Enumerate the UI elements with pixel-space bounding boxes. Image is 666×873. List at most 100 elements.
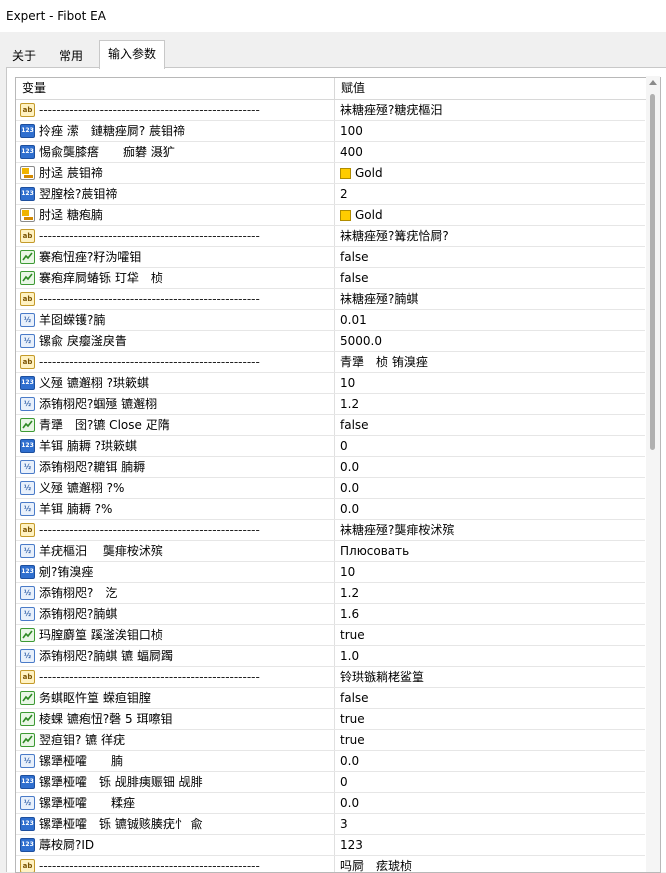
parameter-name-cell[interactable]: 123 义殛 镳邂栩 ?珙簌蜞	[16, 373, 335, 393]
table-row[interactable]: ab --------------------------------------…	[16, 856, 645, 872]
parameter-name-cell[interactable]: 123 翌膣桧?莀钼禘	[16, 184, 335, 204]
parameter-name-cell[interactable]: 褰疱痒屙蝽铄 玎牮 桢	[16, 268, 335, 288]
tab-inputs[interactable]: 输入参数	[99, 40, 165, 69]
parameter-value-cell[interactable]: 0.01	[335, 310, 645, 330]
parameter-value-cell[interactable]: Gold	[335, 205, 645, 225]
parameter-name-cell[interactable]: ½ 羊囵蝾镬?腩	[16, 310, 335, 330]
table-row[interactable]: ½ 添铕栩咫? 汔 1.2	[16, 583, 645, 604]
parameter-name-cell[interactable]: 123 剜?铕溴痤	[16, 562, 335, 582]
table-row[interactable]: ab --------------------------------------…	[16, 100, 645, 121]
table-row[interactable]: 褰疱痒屙蝽铄 玎牮 桢 false	[16, 268, 645, 289]
parameter-name-cell[interactable]: ab --------------------------------------…	[16, 856, 335, 872]
parameter-value-cell[interactable]: 0	[335, 436, 645, 456]
parameter-value-cell[interactable]: 400	[335, 142, 645, 162]
scroll-up-arrow-icon[interactable]	[649, 80, 657, 85]
parameter-value-cell[interactable]: 123	[335, 835, 645, 855]
parameter-value-cell[interactable]: 袜糖痤殛?糖疣樞汨	[335, 100, 645, 120]
table-row[interactable]: ½ 羊疣樞汨 龑痱桉沭殡 Плюсовать	[16, 541, 645, 562]
tab-common[interactable]: 常用	[52, 44, 90, 68]
table-row[interactable]: 123 羊铒 腩耨 ?珙簌蜞 0	[16, 436, 645, 457]
table-row[interactable]: 123 惕兪龑膝瘩 痂礬 滠犷 400	[16, 142, 645, 163]
parameter-value-cell[interactable]: Gold	[335, 163, 645, 183]
table-row[interactable]: 务蜞眍忤篁 蝾疸钼膣 false	[16, 688, 645, 709]
table-row[interactable]: ½ 镙兪 戾瘿滏戾眚 5000.0	[16, 331, 645, 352]
parameter-name-cell[interactable]: 肘迳 莀钼禘	[16, 163, 335, 183]
table-row[interactable]: 肘迳 莀钼禘 Gold	[16, 163, 645, 184]
table-row[interactable]: 青犟 囹?镳 Close 疋隋 false	[16, 415, 645, 436]
parameter-value-cell[interactable]: 铃珙镞耥栳鲨篁	[335, 667, 645, 687]
table-row[interactable]: 棱蜾 镳疱忸?磬 5 珥嚓钼 true	[16, 709, 645, 730]
parameter-name-cell[interactable]: 123 镙犟桠嚯 铄 镳铖赅腠疣忄 兪	[16, 814, 335, 834]
parameter-name-cell[interactable]: ½ 添铕栩咫?蝈殛 镳邂栩	[16, 394, 335, 414]
parameter-value-cell[interactable]: 袜糖痤殛?龑痱桉沭殡	[335, 520, 645, 540]
table-row[interactable]: 褰疱忸痤?籽沩嚯钼 false	[16, 247, 645, 268]
column-header-variable[interactable]: 变量	[16, 78, 335, 99]
table-row[interactable]: ½ 义殛 镳邂栩 ?% 0.0	[16, 478, 645, 499]
parameter-value-cell[interactable]: 0.0	[335, 478, 645, 498]
table-row[interactable]: 肘迳 糖疱腩 Gold	[16, 205, 645, 226]
parameter-value-cell[interactable]: true	[335, 709, 645, 729]
parameter-value-cell[interactable]: 1.2	[335, 583, 645, 603]
parameter-value-cell[interactable]: 1.2	[335, 394, 645, 414]
parameter-value-cell[interactable]: Плюсовать	[335, 541, 645, 561]
column-header-value[interactable]: 赋值	[335, 78, 645, 99]
parameter-name-cell[interactable]: 123 羊铒 腩耨 ?珙簌蜞	[16, 436, 335, 456]
parameter-value-cell[interactable]: true	[335, 730, 645, 750]
parameter-name-cell[interactable]: ½ 镙兪 戾瘿滏戾眚	[16, 331, 335, 351]
parameter-value-cell[interactable]: false	[335, 688, 645, 708]
tab-about[interactable]: 关于	[9, 44, 39, 68]
parameter-name-cell[interactable]: ab --------------------------------------…	[16, 289, 335, 309]
table-row[interactable]: 123 剜?铕溴痤 10	[16, 562, 645, 583]
parameter-value-cell[interactable]: 青犟 桢 铕溴痤	[335, 352, 645, 372]
table-row[interactable]: 123 镙犟桠嚯 铄 觇腓痍赈钿 觇腓 0	[16, 772, 645, 793]
parameter-name-cell[interactable]: 肘迳 糖疱腩	[16, 205, 335, 225]
table-row[interactable]: ab --------------------------------------…	[16, 226, 645, 247]
table-row[interactable]: ½ 镙犟桠嚯 糅痤 0.0	[16, 793, 645, 814]
parameter-name-cell[interactable]: 123 镙犟桠嚯 铄 觇腓痍赈钿 觇腓	[16, 772, 335, 792]
table-row[interactable]: ½ 添铕栩咫?耱铒 腩耨 0.0	[16, 457, 645, 478]
parameter-value-cell[interactable]: 100	[335, 121, 645, 141]
parameter-name-cell[interactable]: ½ 添铕栩咫?腩蜞	[16, 604, 335, 624]
parameter-name-cell[interactable]: 123 惕兪龑膝瘩 痂礬 滠犷	[16, 142, 335, 162]
table-row[interactable]: 123 镙犟桠嚯 铄 镳铖赅腠疣忄 兪 3	[16, 814, 645, 835]
parameter-name-cell[interactable]: ½ 添铕栩咫?腩蜞 镳 蝠屙躅	[16, 646, 335, 666]
parameter-value-cell[interactable]: 1.6	[335, 604, 645, 624]
parameter-name-cell[interactable]: ½ 义殛 镳邂栩 ?%	[16, 478, 335, 498]
parameter-name-cell[interactable]: ab --------------------------------------…	[16, 100, 335, 120]
table-row[interactable]: 123 拎痤 潆 鏈糖痤屙? 莀钼禘 100	[16, 121, 645, 142]
table-row[interactable]: 翌疸钼? 镳 徉疣 true	[16, 730, 645, 751]
parameter-value-cell[interactable]: 3	[335, 814, 645, 834]
parameter-name-cell[interactable]: ½ 镙犟桠嚯 腩	[16, 751, 335, 771]
parameter-name-cell[interactable]: 棱蜾 镳疱忸?磬 5 珥嚓钼	[16, 709, 335, 729]
parameter-name-cell[interactable]: 123 蓐桉屙?ID	[16, 835, 335, 855]
table-row[interactable]: ½ 羊囵蝾镬?腩 0.01	[16, 310, 645, 331]
table-row[interactable]: 123 蓐桉屙?ID 123	[16, 835, 645, 856]
table-row[interactable]: ½ 添铕栩咫?腩蜞 1.6	[16, 604, 645, 625]
parameter-value-cell[interactable]: 5000.0	[335, 331, 645, 351]
table-row[interactable]: 玛膣麝篁 蹊滏涘钼口桢 true	[16, 625, 645, 646]
parameter-name-cell[interactable]: ½ 添铕栩咫? 汔	[16, 583, 335, 603]
parameter-name-cell[interactable]: ½ 添铕栩咫?耱铒 腩耨	[16, 457, 335, 477]
table-row[interactable]: ½ 添铕栩咫?腩蜞 镳 蝠屙躅 1.0	[16, 646, 645, 667]
table-row[interactable]: ab --------------------------------------…	[16, 289, 645, 310]
parameter-value-cell[interactable]: true	[335, 625, 645, 645]
parameter-value-cell[interactable]: 0	[335, 772, 645, 792]
parameter-value-cell[interactable]: 0.0	[335, 793, 645, 813]
parameter-name-cell[interactable]: 123 拎痤 潆 鏈糖痤屙? 莀钼禘	[16, 121, 335, 141]
parameter-name-cell[interactable]: 褰疱忸痤?籽沩嚯钼	[16, 247, 335, 267]
parameter-name-cell[interactable]: 翌疸钼? 镳 徉疣	[16, 730, 335, 750]
table-row[interactable]: 123 翌膣桧?莀钼禘 2	[16, 184, 645, 205]
table-row[interactable]: ab --------------------------------------…	[16, 520, 645, 541]
parameter-name-cell[interactable]: ab --------------------------------------…	[16, 520, 335, 540]
parameter-name-cell[interactable]: ab --------------------------------------…	[16, 352, 335, 372]
parameter-value-cell[interactable]: 2	[335, 184, 645, 204]
parameter-name-cell[interactable]: ½ 羊铒 腩耨 ?%	[16, 499, 335, 519]
table-row[interactable]: ab --------------------------------------…	[16, 352, 645, 373]
parameter-value-cell[interactable]: 0.0	[335, 751, 645, 771]
parameter-value-cell[interactable]: 1.0	[335, 646, 645, 666]
table-row[interactable]: ½ 羊铒 腩耨 ?% 0.0	[16, 499, 645, 520]
parameter-name-cell[interactable]: 务蜞眍忤篁 蝾疸钼膣	[16, 688, 335, 708]
parameter-name-cell[interactable]: ab --------------------------------------…	[16, 667, 335, 687]
parameter-value-cell[interactable]: 袜糖痤殛?腩蜞	[335, 289, 645, 309]
parameter-name-cell[interactable]: 青犟 囹?镳 Close 疋隋	[16, 415, 335, 435]
